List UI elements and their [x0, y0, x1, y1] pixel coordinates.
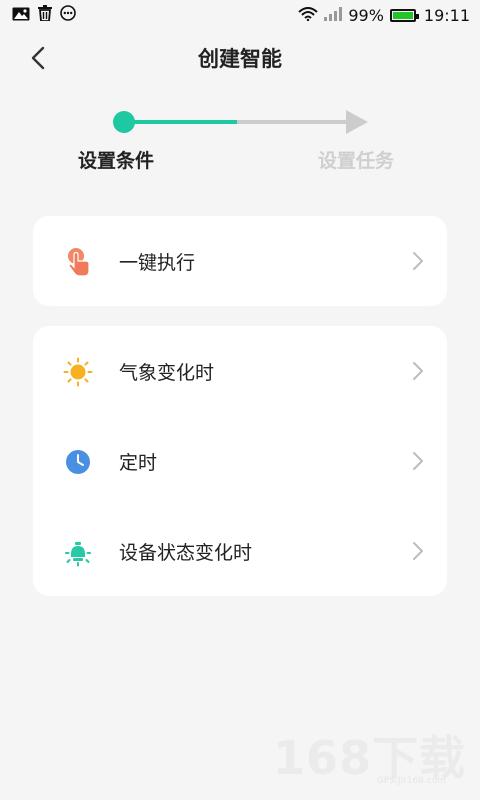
row-weather-change[interactable]: 气象变化时: [33, 326, 447, 416]
more-dots-icon: [60, 5, 76, 25]
triggers-card: 气象变化时 定时 设备状态变化时: [33, 326, 447, 596]
manual-card: 一键执行: [33, 216, 447, 306]
battery-percent: 99%: [348, 5, 384, 25]
row-label: 一键执行: [119, 251, 196, 274]
back-button[interactable]: [22, 42, 54, 74]
chevron-left-icon: [31, 46, 45, 70]
battery-icon: [389, 8, 419, 22]
chevron-right-icon: [413, 362, 423, 380]
chevron-right-icon: [413, 542, 423, 560]
watermark: 168下载 GPS.JIt168.com: [273, 722, 466, 786]
step-label-tasks: 设置任务: [318, 150, 395, 172]
trash-icon: [38, 5, 52, 25]
row-one-tap[interactable]: 一键执行: [33, 216, 447, 306]
step-label-conditions: 设置条件: [78, 150, 155, 172]
status-right: 99% 19:11: [298, 6, 470, 25]
chevron-right-icon: [413, 252, 423, 270]
row-label: 气象变化时: [119, 361, 215, 384]
tap-finger-icon: [63, 247, 93, 277]
status-left: [12, 5, 76, 25]
row-label: 设备状态变化时: [119, 541, 253, 564]
step-track: [113, 110, 368, 134]
chevron-right-icon: [413, 452, 423, 470]
row-timer[interactable]: 定时: [33, 416, 447, 506]
watermark-url: GPS.JIt168.com: [376, 776, 446, 786]
sun-icon: [63, 357, 93, 387]
row-label: 定时: [119, 451, 158, 474]
battery-fill: [392, 11, 413, 19]
header: 创建智能: [0, 36, 480, 80]
status-bar: 99% 19:11: [0, 0, 480, 30]
status-time: 19:11: [423, 5, 470, 25]
page-title: 创建智能: [198, 47, 282, 71]
device-bulb-icon: [63, 537, 93, 567]
stepper: 设置条件 设置任务: [0, 108, 480, 178]
wifi-icon: [298, 6, 318, 25]
image-icon: [12, 6, 30, 25]
signal-icon: [324, 6, 343, 25]
step-dot-current: [113, 111, 135, 133]
step-arrow-icon: [346, 110, 368, 134]
clock-icon: [63, 447, 93, 477]
row-device-state-change[interactable]: 设备状态变化时: [33, 506, 447, 596]
